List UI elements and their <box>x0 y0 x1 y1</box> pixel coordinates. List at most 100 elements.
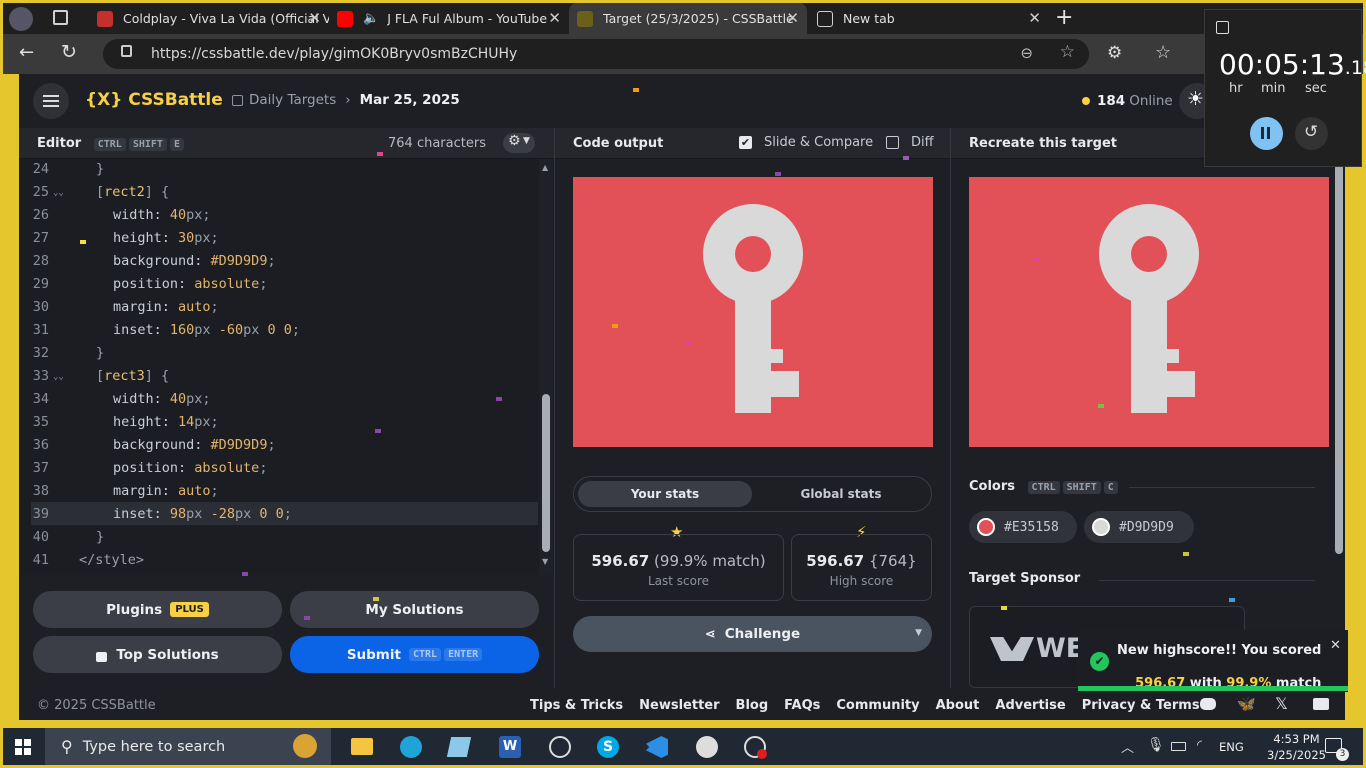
code-line[interactable]: height: 30px; <box>113 230 219 246</box>
menu-button[interactable] <box>33 83 69 119</box>
code-line[interactable]: [rect2] { <box>96 184 169 200</box>
language-indicator[interactable]: ENG <box>1219 740 1244 754</box>
edge-icon[interactable] <box>400 736 422 758</box>
reset-button[interactable]: ↺ <box>1295 117 1328 150</box>
code-line[interactable]: background: #D9D9D9; <box>113 253 276 269</box>
code-line[interactable]: } <box>96 345 104 361</box>
obs-icon[interactable] <box>744 736 767 759</box>
microphone-icon[interactable]: 🎙 <box>1147 737 1165 753</box>
color-chip-gray[interactable]: #D9D9D9 <box>1084 511 1194 543</box>
favorites-icon[interactable]: ☆ <box>1155 42 1171 63</box>
pane-divider[interactable] <box>554 128 555 688</box>
close-tab-icon[interactable]: ✕ <box>548 9 561 27</box>
code-line[interactable]: } <box>96 161 104 177</box>
wifi-icon[interactable]: ◜ <box>1197 738 1202 753</box>
code-line[interactable]: margin: auto; <box>113 299 219 315</box>
output-title: Code output <box>573 136 664 151</box>
show-hidden-icons[interactable]: ︿ <box>1121 737 1134 756</box>
file-explorer-icon[interactable] <box>351 738 373 755</box>
code-line[interactable]: [rect3] { <box>96 368 169 384</box>
clock-app-icon[interactable] <box>696 736 718 758</box>
footer-link[interactable]: About <box>936 698 980 713</box>
tab-cssbattle[interactable]: Target (25/3/2025) - CSSBattle ✕ <box>569 3 807 34</box>
code-line[interactable]: height: 14px; <box>113 414 219 430</box>
editor-scrollbar[interactable]: ▲ ▼ <box>539 159 553 575</box>
taskbar-search[interactable]: ⚲ Type here to search <box>45 728 331 765</box>
sun-icon: ☀ <box>1187 88 1205 110</box>
code-line[interactable]: width: 40px; <box>113 207 211 223</box>
scroll-down-icon[interactable]: ▼ <box>542 557 548 566</box>
tab-global-stats[interactable]: Global stats <box>754 481 928 507</box>
refresh-icon[interactable]: ↻ <box>61 41 77 63</box>
address-bar[interactable]: https://cssbattle.dev/play/gimOK0Bryv0sm… <box>103 39 1089 69</box>
color-chip-red[interactable]: #E35158 <box>969 511 1077 543</box>
code-line[interactable]: inset: 98px -28px 0 0; <box>113 506 292 522</box>
favorite-star-icon[interactable]: ☆ <box>1060 42 1075 62</box>
lock-icon <box>121 45 132 57</box>
footer-link[interactable]: Advertise <box>995 698 1065 713</box>
close-tab-icon[interactable]: ✕ <box>1028 9 1041 27</box>
fold-chevron-icon[interactable]: ⌄⌄ <box>53 372 73 382</box>
slide-compare-checkbox[interactable]: ✔ Slide & Compare <box>739 135 873 150</box>
pane-divider[interactable] <box>950 128 951 688</box>
word-icon[interactable]: W <box>499 736 521 758</box>
footer-link[interactable]: Newsletter <box>639 698 719 713</box>
fold-chevron-icon[interactable]: ⌄⌄ <box>53 188 73 198</box>
code-line[interactable]: background: #D9D9D9; <box>113 437 276 453</box>
close-icon[interactable]: ✕ <box>1330 638 1341 653</box>
scrollbar-thumb[interactable] <box>542 394 550 552</box>
battery-icon[interactable] <box>1171 742 1186 751</box>
vscode-icon[interactable] <box>646 736 668 758</box>
pause-button[interactable] <box>1250 117 1283 150</box>
top-solutions-button[interactable]: Top Solutions <box>33 636 282 673</box>
submit-button[interactable]: Submit CTRL ENTER <box>290 636 539 673</box>
code-line[interactable]: margin: auto; <box>113 483 219 499</box>
chevron-down-icon[interactable]: ▼ <box>915 628 922 638</box>
zoom-icon[interactable]: ⊖ <box>1020 44 1033 62</box>
notes-app-icon[interactable] <box>446 737 472 757</box>
plugins-button[interactable]: Plugins PLUS <box>33 591 282 628</box>
skype-icon[interactable]: S <box>597 736 619 758</box>
close-tab-icon[interactable]: ✕ <box>308 9 321 27</box>
footer-link[interactable]: FAQs <box>784 698 820 713</box>
code-line[interactable]: inset: 160px -60px 0 0; <box>113 322 300 338</box>
chatgpt-icon[interactable] <box>549 736 571 758</box>
code-line[interactable]: </style> <box>79 552 144 568</box>
cssbattle-page: {X} CSSBattle Daily Targets › Mar 25, 20… <box>19 74 1345 720</box>
taskbar-clock[interactable]: 4:53 PM 3/25/2025 <box>1267 731 1326 763</box>
code-editor[interactable]: 24} 25 ⌄⌄ [rect2] {26 width: 40px; 27 height: … <box>19 159 554 575</box>
expand-icon[interactable] <box>1216 21 1229 34</box>
tab-jfla[interactable]: 🔈 J FLA Ful Album - YouTube ✕ <box>329 3 569 34</box>
editor-settings-button[interactable]: ⚙ ▼ <box>503 133 535 153</box>
profile-avatar[interactable] <box>9 7 33 31</box>
tab-actions-icon[interactable] <box>53 10 68 25</box>
my-solutions-button[interactable]: My Solutions <box>290 591 539 628</box>
back-arrow-icon[interactable]: ← <box>19 42 34 63</box>
code-line[interactable]: position: absolute; <box>113 460 267 476</box>
footer-link[interactable]: Blog <box>736 698 769 713</box>
tab-coldplay[interactable]: Coldplay - Viva La Vida (Official V ✕ <box>89 3 329 34</box>
scroll-up-icon[interactable]: ▲ <box>542 163 548 172</box>
target-canvas[interactable] <box>969 177 1329 447</box>
windows-start-icon[interactable] <box>15 739 31 755</box>
extensions-icon[interactable]: ⚙ <box>1107 43 1122 63</box>
close-tab-icon[interactable]: ✕ <box>786 9 799 27</box>
footer-link[interactable]: Tips & Tricks <box>530 698 623 713</box>
tab-your-stats[interactable]: Your stats <box>578 481 752 507</box>
code-output-canvas[interactable] <box>573 177 933 447</box>
code-line[interactable]: } <box>96 529 104 545</box>
line-number: 40 <box>32 529 49 545</box>
diff-checkbox[interactable]: Diff <box>886 135 934 150</box>
speaker-icon[interactable]: 🔈 <box>363 11 379 26</box>
footer-link[interactable]: Community <box>836 698 919 713</box>
breadcrumb-daily-targets[interactable]: Daily Targets <box>249 92 336 108</box>
tab-new[interactable]: New tab ✕ <box>809 3 1049 34</box>
cssbattle-logo[interactable]: {X} CSSBattle <box>85 90 223 110</box>
page-scrollbar-thumb[interactable] <box>1335 164 1343 554</box>
code-line[interactable]: position: absolute; <box>113 276 267 292</box>
online-dot-icon <box>1082 97 1090 105</box>
code-line[interactable]: width: 40px; <box>113 391 211 407</box>
new-tab-button[interactable]: + <box>1055 5 1073 30</box>
char-count: 764 characters <box>388 136 486 151</box>
challenge-button[interactable]: ⋖ Challenge ▼ <box>573 616 932 652</box>
